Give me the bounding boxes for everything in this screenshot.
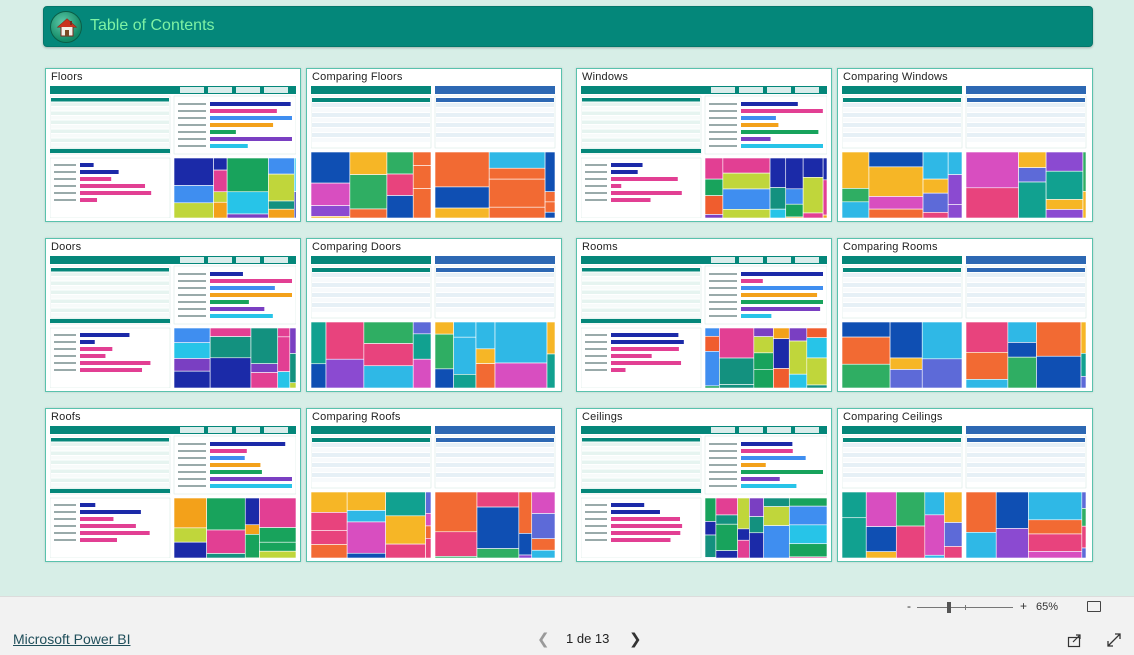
page-thumbnail xyxy=(311,86,556,218)
report-canvas: Table of Contents Floors Comparing Floors… xyxy=(0,0,1134,596)
page-tile-label: Comparing Rooms xyxy=(843,241,938,253)
page-thumbnail xyxy=(50,426,296,558)
page-tile-label: Comparing Doors xyxy=(312,241,402,253)
zoom-slider[interactable] xyxy=(917,605,1013,610)
page-thumbnail xyxy=(50,86,296,218)
page-tile-label: Comparing Ceilings xyxy=(843,411,943,423)
powerbi-link[interactable]: Microsoft Power BI xyxy=(13,631,130,647)
zoom-in-button[interactable]: + xyxy=(1020,599,1027,613)
fit-to-page-icon[interactable] xyxy=(1087,601,1101,612)
page-tile-label: Ceilings xyxy=(582,411,623,423)
page-tile[interactable]: Comparing Ceilings xyxy=(837,408,1093,562)
page-tile-label: Comparing Windows xyxy=(843,71,948,83)
page-tile-label: Comparing Floors xyxy=(312,71,403,83)
page-tile-label: Doors xyxy=(51,241,82,253)
page-thumbnail xyxy=(581,256,827,388)
fullscreen-icon[interactable] xyxy=(1106,632,1122,653)
zoom-percentage: 65% xyxy=(1036,601,1059,613)
page-thumbnail xyxy=(50,256,296,388)
zoom-out-button[interactable]: - xyxy=(907,599,911,613)
page-thumbnail xyxy=(842,256,1087,388)
page-tile[interactable]: Comparing Windows xyxy=(837,68,1093,222)
page-tile[interactable]: Rooms xyxy=(576,238,832,392)
page-thumbnail xyxy=(311,256,556,388)
chevron-right-icon[interactable]: ❯ xyxy=(629,630,642,648)
share-icon[interactable] xyxy=(1067,632,1083,653)
page-thumbnail xyxy=(581,426,827,558)
report-footer: - + 65% Microsoft Power BI ❮ 1 de 13 ❯ xyxy=(0,596,1134,655)
page-tile[interactable]: Roofs xyxy=(45,408,301,562)
page-thumbnail xyxy=(581,86,827,218)
toc-header: Table of Contents xyxy=(43,6,1093,47)
page-thumbnail xyxy=(842,86,1087,218)
page-tile[interactable]: Comparing Floors xyxy=(306,68,562,222)
page-tile[interactable]: Ceilings xyxy=(576,408,832,562)
toc-title: Table of Contents xyxy=(90,17,215,34)
page-tile[interactable]: Doors xyxy=(45,238,301,392)
page-tile[interactable]: Comparing Roofs xyxy=(306,408,562,562)
chevron-left-icon[interactable]: ❮ xyxy=(537,630,550,648)
zoom-default-tick xyxy=(965,605,966,610)
zoom-controls: - + 65% xyxy=(894,597,1134,619)
page-tile[interactable]: Comparing Rooms xyxy=(837,238,1093,392)
page-thumbnail xyxy=(842,426,1087,558)
page-thumbnail xyxy=(311,426,556,558)
page-tile-label: Floors xyxy=(51,71,83,83)
page-tile[interactable]: Floors xyxy=(45,68,301,222)
page-tile[interactable]: Windows xyxy=(576,68,832,222)
page-tile-label: Windows xyxy=(582,71,629,83)
page-indicator: 1 de 13 xyxy=(566,631,610,646)
page-tile[interactable]: Comparing Doors xyxy=(306,238,562,392)
page-tile-label: Rooms xyxy=(582,241,618,253)
page-tile-label: Roofs xyxy=(51,411,81,423)
page-tile-label: Comparing Roofs xyxy=(312,411,401,423)
house-icon[interactable] xyxy=(50,11,82,43)
zoom-slider-thumb[interactable] xyxy=(947,602,951,613)
